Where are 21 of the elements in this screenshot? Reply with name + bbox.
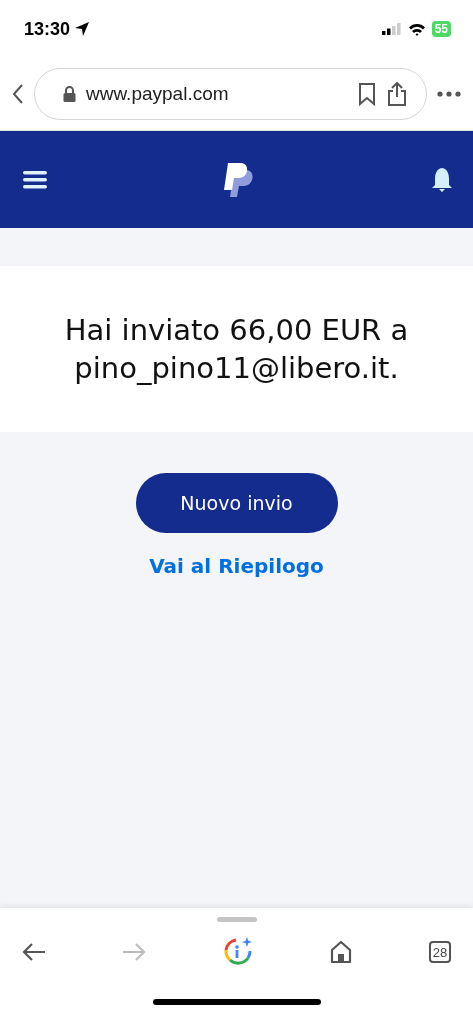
bookmark-icon[interactable] <box>358 82 376 106</box>
url-text: www.paypal.com <box>86 83 230 105</box>
share-icon[interactable] <box>386 81 408 107</box>
wifi-icon <box>407 22 426 36</box>
home-icon[interactable] <box>329 940 354 964</box>
sheet-handle[interactable] <box>216 917 257 922</box>
status-time: 13:30 <box>24 18 71 40</box>
paypal-logo[interactable] <box>224 161 254 198</box>
menu-icon[interactable] <box>23 170 47 189</box>
signal-icon <box>381 23 402 35</box>
summary-link[interactable]: Vai al Riepilogo <box>149 554 324 578</box>
more-icon[interactable] <box>437 91 461 97</box>
location-arrow-icon <box>74 21 91 37</box>
new-payment-button[interactable]: Nuovo invio <box>135 473 338 533</box>
confirmation-message: Hai inviato 66,00 EUR a pino_pino11@libero.it. <box>63 312 410 387</box>
notification-bell-icon[interactable] <box>431 166 453 193</box>
back-button[interactable] <box>22 942 46 962</box>
tabs-button[interactable]: 28 <box>429 941 451 963</box>
lock-icon <box>63 86 76 102</box>
back-chevron-icon[interactable] <box>12 83 24 105</box>
battery-level: 55 <box>431 21 451 37</box>
